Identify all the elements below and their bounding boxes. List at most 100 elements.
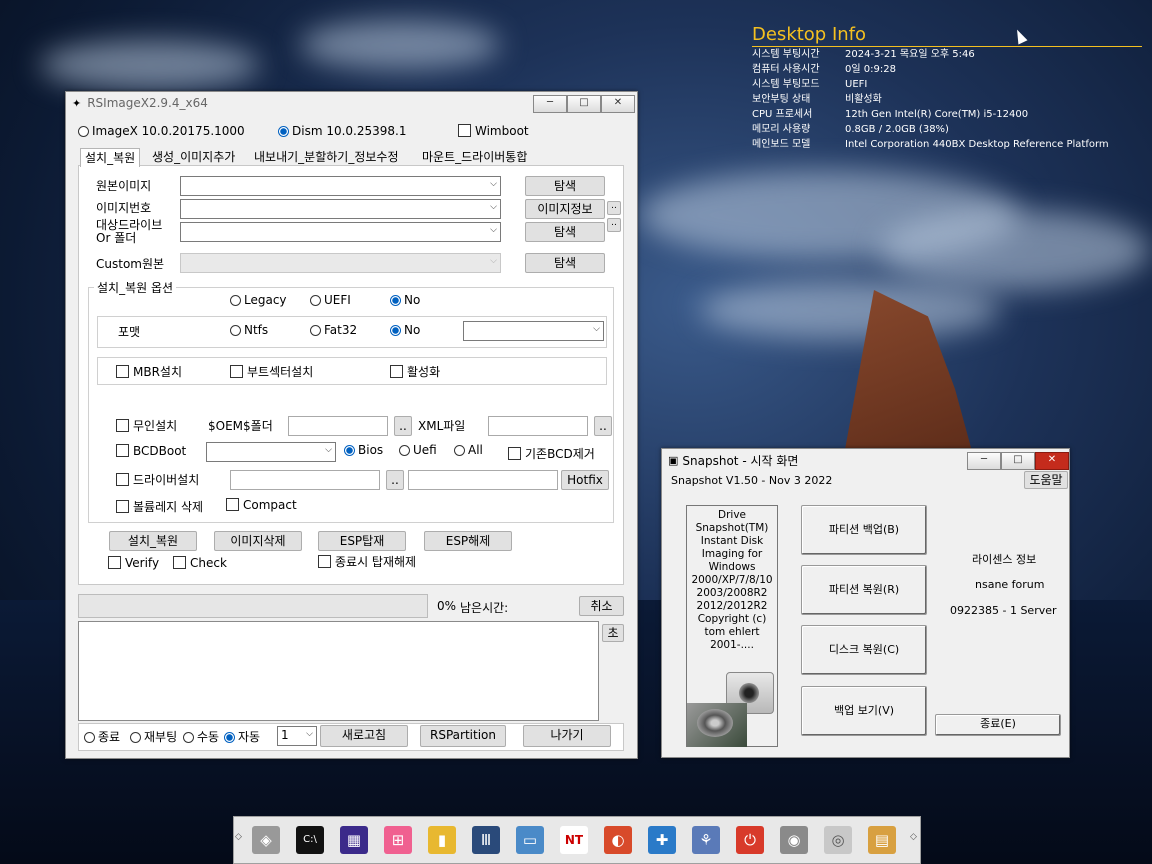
bcd-all-radio[interactable]: All [454, 443, 483, 457]
delete-image-button[interactable]: 이미지삭제 [214, 531, 302, 551]
windows-icon[interactable]: ⊞ [384, 826, 412, 854]
image-info-more-button[interactable]: .. [607, 201, 621, 215]
archive-icon[interactable]: ▤ [868, 826, 896, 854]
legacy-radio[interactable]: Legacy [230, 293, 287, 307]
bios-radio[interactable]: Bios [344, 443, 383, 457]
about-line: Snapshot(TM) [695, 522, 769, 534]
source-image-combo[interactable]: ⌵ [180, 176, 501, 196]
rspartition-button[interactable]: RSPartition [420, 725, 506, 747]
monitor-icon[interactable]: ▭ [516, 826, 544, 854]
checkbox-label: 활성화 [407, 365, 441, 379]
disc-icon[interactable]: ◎ [824, 826, 852, 854]
snapshot-exit-button[interactable]: 종료(E) [935, 714, 1061, 736]
partition-restore-button[interactable]: 파티션 복원(R) [801, 565, 927, 615]
browse-target-button[interactable]: 탐색 [525, 222, 605, 242]
cmd-icon[interactable]: C:\ [296, 826, 324, 854]
tab-mount-driver[interactable]: 마운트_드라이버통합 [418, 148, 531, 166]
driver-path-field[interactable] [230, 470, 380, 490]
install-restore-button[interactable]: 설치_복원 [109, 531, 197, 551]
nt-icon[interactable]: NT [560, 826, 588, 854]
browse-source-button[interactable]: 탐색 [525, 176, 605, 196]
dism-radio[interactable]: Dism 10.0.25398.1 [278, 124, 407, 138]
ntfs-radio[interactable]: Ntfs [230, 323, 268, 337]
xml-browse-button[interactable]: .. [594, 416, 612, 436]
bcdboot-checkbox[interactable]: BCDBoot [116, 444, 186, 458]
puzzle-icon[interactable]: ✚ [648, 826, 676, 854]
bcdboot-combo[interactable]: ⌵ [206, 442, 336, 462]
refresh-button[interactable]: 새로고침 [320, 725, 408, 747]
cancel-button[interactable]: 취소 [579, 596, 624, 616]
count-combo[interactable]: 1 ⌵ [277, 726, 317, 746]
bootsector-checkbox[interactable]: 부트섹터설치 [230, 363, 313, 380]
radio-label: Bios [358, 443, 384, 457]
partition-icon[interactable]: ◐ [604, 826, 632, 854]
format-no-radio[interactable]: No [390, 323, 420, 337]
options-group-title: 설치_복원 옵션 [94, 279, 177, 296]
activate-checkbox[interactable]: 활성화 [390, 363, 440, 380]
unmount-on-exit-checkbox[interactable]: 종료시 탑재해제 [318, 553, 416, 570]
power-icon[interactable]: ⏻ [736, 826, 764, 854]
backup-view-button[interactable]: 백업 보기(V) [801, 686, 927, 736]
shutdown-radio[interactable]: 종료 [84, 728, 120, 745]
custom-source-combo[interactable]: ⌵ [180, 253, 501, 273]
checkbox-icon [230, 365, 243, 378]
manual-radio[interactable]: 수동 [183, 728, 219, 745]
image-number-combo[interactable]: ⌵ [180, 199, 501, 219]
target-more-button[interactable]: .. [607, 218, 621, 232]
imagex-radio[interactable]: ImageX 10.0.20175.1000 [78, 124, 245, 138]
tab-export-split[interactable]: 내보내기_분할하기_정보수정 [250, 148, 402, 166]
maximize-button[interactable]: □ [567, 95, 601, 113]
tab-create-image[interactable]: 생성_이미지추가 [148, 148, 239, 166]
fat32-radio[interactable]: Fat32 [310, 323, 357, 337]
image-info-button[interactable]: 이미지정보 [525, 199, 605, 219]
taskbar-scroll-right[interactable]: ◇ [910, 832, 917, 842]
mbr-checkbox[interactable]: MBR설치 [116, 363, 182, 380]
driver-install-checkbox[interactable]: 드라이버설치 [116, 471, 199, 488]
close-button[interactable]: ✕ [1035, 452, 1069, 470]
format-combo[interactable]: ⌵ [463, 321, 604, 341]
drive-icon[interactable]: ◈ [252, 826, 280, 854]
tab-install-restore[interactable]: 설치_복원 [80, 148, 141, 167]
driver-browse-button[interactable]: .. [386, 470, 404, 490]
seconds-button[interactable]: 초 [602, 624, 624, 642]
browse-custom-button[interactable]: 탐색 [525, 253, 605, 273]
compact-checkbox[interactable]: Compact [226, 498, 297, 512]
partition-backup-button[interactable]: 파티션 백업(B) [801, 505, 927, 555]
taskbar-scroll-left[interactable]: ◇ [235, 832, 242, 842]
folder-icon[interactable]: ▮ [428, 826, 456, 854]
hotfix-path-field[interactable] [408, 470, 558, 490]
radio-label: 종료 [98, 730, 121, 744]
remove-bcd-checkbox[interactable]: 기존BCD제거 [508, 445, 595, 462]
maximize-button[interactable]: □ [1001, 452, 1035, 470]
boot-no-radio[interactable]: No [390, 293, 420, 307]
equalizer-icon[interactable]: Ⅲ [472, 826, 500, 854]
exit-button[interactable]: 나가기 [523, 725, 611, 747]
cpu-icon[interactable]: ▦ [340, 826, 368, 854]
check-checkbox[interactable]: Check [173, 556, 227, 570]
uefi-radio[interactable]: UEFI [310, 293, 351, 307]
help-button[interactable]: 도움말 [1024, 471, 1068, 489]
verify-checkbox[interactable]: Verify [108, 556, 159, 570]
snapshot-version: Snapshot V1.50 - Nov 3 2022 [671, 474, 833, 487]
unattend-checkbox[interactable]: 무인설치 [116, 417, 177, 434]
minimize-button[interactable]: ─ [967, 452, 1001, 470]
oem-folder-field[interactable] [288, 416, 388, 436]
log-textarea[interactable] [78, 621, 599, 721]
snapshot-icon[interactable]: ◉ [780, 826, 808, 854]
esp-mount-button[interactable]: ESP탑재 [318, 531, 406, 551]
bcd-uefi-radio[interactable]: Uefi [399, 443, 437, 457]
oem-browse-button[interactable]: .. [394, 416, 412, 436]
hotfix-button[interactable]: Hotfix [561, 470, 609, 490]
checkbox-label: 종료시 탑재해제 [335, 555, 417, 569]
close-button[interactable]: ✕ [601, 95, 635, 113]
minimize-button[interactable]: ─ [533, 95, 567, 113]
reboot-radio[interactable]: 재부팅 [130, 728, 177, 745]
auto-radio[interactable]: 자동 [224, 728, 260, 745]
volume-delete-checkbox[interactable]: 볼륨레지 삭제 [116, 498, 203, 515]
network-icon[interactable]: ⚘ [692, 826, 720, 854]
target-drive-combo[interactable]: ⌵ [180, 222, 501, 242]
disk-restore-button[interactable]: 디스크 복원(C) [801, 625, 927, 675]
wimboot-checkbox[interactable]: Wimboot [458, 124, 529, 138]
esp-unmount-button[interactable]: ESP해제 [424, 531, 512, 551]
xml-file-field[interactable] [488, 416, 588, 436]
